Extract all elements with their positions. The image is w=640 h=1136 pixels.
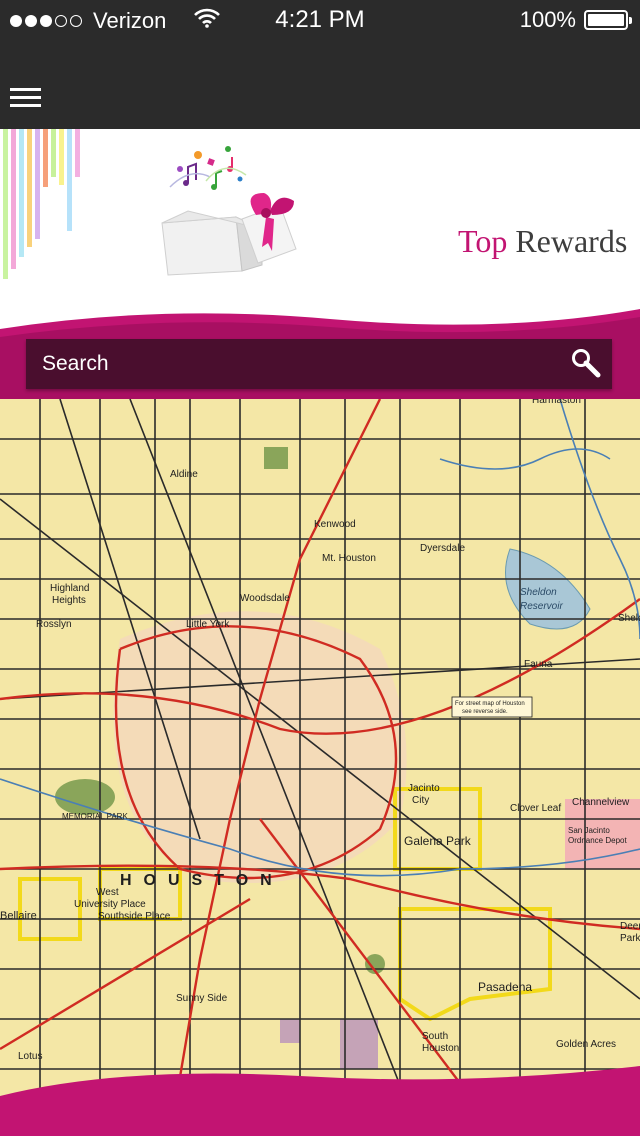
search-input[interactable] [26, 339, 556, 389]
status-bar: Verizon 4:21 PM 100% [0, 0, 640, 40]
nav-bar [0, 40, 640, 129]
gift-box-icon [161, 146, 297, 276]
brand-name: Top Rewards [458, 223, 627, 260]
svg-text:Sunny Side: Sunny Side [176, 993, 228, 1004]
svg-text:HOUSTON: HOUSTON [120, 872, 284, 889]
svg-text:Golden Acres: Golden Acres [556, 1039, 616, 1050]
svg-text:Kenwood: Kenwood [314, 519, 356, 530]
brand-rest-word: Rewards [507, 223, 628, 259]
footer-wave [0, 1066, 640, 1136]
battery-icon [584, 10, 632, 30]
decorative-stripes [3, 129, 80, 279]
svg-text:Mt. Houston: Mt. Houston [322, 553, 376, 564]
svg-text:City: City [412, 795, 429, 806]
svg-text:Rosslyn: Rosslyn [36, 619, 72, 630]
svg-text:Park: Park [620, 933, 640, 944]
road-map: Aldine Kenwood Mt. Houston Dyersdale Woo… [0, 399, 640, 1136]
top-rewards-logo: Top Rewards [158, 139, 627, 279]
svg-text:Clover Leaf: Clover Leaf [510, 803, 561, 814]
svg-text:Southside Place: Southside Place [98, 911, 171, 922]
hamburger-menu-icon[interactable] [10, 88, 42, 112]
svg-text:South: South [422, 1031, 448, 1042]
brand-top-word: Top [458, 223, 508, 259]
svg-text:Little York: Little York [186, 619, 230, 630]
magnifier-icon[interactable] [570, 347, 604, 381]
status-right: 100% [519, 7, 632, 33]
svg-text:Fauna: Fauna [524, 659, 553, 670]
svg-text:Deer: Deer [620, 921, 640, 932]
svg-text:Pasadena: Pasadena [478, 980, 532, 994]
svg-text:Jacinto: Jacinto [408, 783, 440, 794]
search-bar [26, 339, 612, 389]
svg-text:Woodsdale: Woodsdale [240, 593, 290, 604]
svg-text:MEMORIAL PARK: MEMORIAL PARK [62, 812, 128, 821]
svg-text:West: West [96, 887, 119, 898]
header-banner: Top Rewards [0, 129, 640, 399]
svg-text:Aldine: Aldine [170, 469, 198, 480]
svg-text:Sheldon: Sheldon [618, 613, 640, 624]
svg-text:San Jacinto: San Jacinto [568, 826, 610, 835]
svg-text:University Place: University Place [74, 899, 146, 910]
svg-text:Lotus: Lotus [18, 1051, 42, 1062]
battery-percent: 100% [519, 7, 576, 32]
map-view[interactable]: Aldine Kenwood Mt. Houston Dyersdale Woo… [0, 399, 640, 1136]
svg-text:see reverse side.: see reverse side. [462, 709, 508, 715]
svg-text:Houston: Houston [422, 1043, 459, 1054]
svg-text:Ordnance Depot: Ordnance Depot [568, 836, 627, 845]
svg-text:For street map of Houston: For street map of Houston [455, 701, 525, 707]
svg-text:Harmaston: Harmaston [532, 399, 581, 406]
svg-text:Channelview: Channelview [572, 797, 630, 808]
svg-text:Dyersdale: Dyersdale [420, 543, 465, 554]
svg-text:Heights: Heights [52, 595, 86, 606]
svg-text:Bellaire: Bellaire [0, 910, 37, 922]
svg-text:Reservoir: Reservoir [520, 601, 563, 612]
svg-text:Highland: Highland [50, 583, 89, 594]
svg-text:Galena Park: Galena Park [404, 834, 472, 848]
svg-text:Sheldon: Sheldon [520, 587, 557, 598]
